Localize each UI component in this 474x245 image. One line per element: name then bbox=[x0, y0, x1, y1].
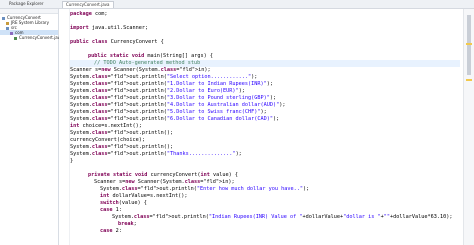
project-tree: CurrencyConvert JRE System Library src com C… bbox=[0, 15, 63, 40]
code-line[interactable]: public static void main(String[] args) { bbox=[88, 53, 213, 60]
code-line-text: System.class="fld">out.println(); bbox=[70, 130, 174, 136]
code-line[interactable]: System.class="fld">out.println("6.Dollar… bbox=[70, 116, 279, 123]
code-line-text: System.class="fld">out.println("1.Dollar… bbox=[70, 81, 274, 87]
code-line-text: System.class="fld">out.println("Select o… bbox=[70, 74, 258, 80]
code-line-text: package com; bbox=[70, 11, 108, 17]
code-line-text: System.class="fld">out.println("6.Dollar… bbox=[70, 116, 280, 122]
package-explorer: CurrencyConvert JRE System Library src com C… bbox=[0, 9, 63, 245]
code-line-text: switch(value) { bbox=[100, 200, 147, 206]
code-line-text: System.class="fld">out.println("4.Dollar… bbox=[70, 102, 286, 108]
code-line[interactable]: } bbox=[70, 158, 73, 165]
overview-marker[interactable] bbox=[466, 79, 472, 81]
code-line[interactable]: System.class="fld">out.println("4.Dollar… bbox=[70, 102, 286, 109]
code-line[interactable]: private static void currencyConvert(int … bbox=[88, 172, 238, 179]
vertical-scrollbar[interactable] bbox=[463, 9, 474, 245]
code-line[interactable]: System.class="fld">out.println("2.Dollar… bbox=[70, 88, 245, 95]
tree-item-label: CurrencyConvert.java bbox=[19, 35, 63, 40]
code-line-text: System.class="fld">out.println("Thanks..… bbox=[70, 151, 242, 157]
code-line-text: Scanner s=new Scanner(System.class="fld"… bbox=[94, 179, 235, 185]
title-bar: Package Explorer CurrencyConvert.java bbox=[0, 0, 474, 9]
code-line[interactable]: break; bbox=[118, 221, 137, 228]
code-line-text: currencyConvert(choice); bbox=[70, 137, 145, 143]
code-editor[interactable]: package com; import java.util.Scanner; pub… bbox=[70, 9, 460, 245]
tree-node-icon bbox=[14, 36, 17, 40]
editor-ruler bbox=[59, 9, 70, 245]
code-line[interactable]: System.class="fld">out.println(); bbox=[70, 144, 173, 151]
tab-editor[interactable]: CurrencyConvert.java bbox=[62, 1, 114, 8]
code-line[interactable]: package com; bbox=[70, 11, 108, 18]
code-line-text: System.class="fld">out.println("Indian R… bbox=[112, 214, 453, 220]
code-line[interactable]: System.class="fld">out.println("Enter ho… bbox=[100, 186, 309, 193]
code-line[interactable]: switch(value) { bbox=[100, 200, 147, 207]
code-line[interactable]: System.class="fld">out.println("Select o… bbox=[70, 74, 257, 81]
code-line[interactable]: System.class="fld">out.println("5.Dollar… bbox=[70, 109, 267, 116]
code-line[interactable]: int dollarValue=s.nextInt(); bbox=[100, 193, 187, 200]
code-line-text: int dollarValue=s.nextInt(); bbox=[100, 193, 188, 199]
code-line[interactable]: Scanner s=new Scanner(System.class="fld"… bbox=[94, 179, 235, 186]
code-line-text: // TODO Auto-generated method stub bbox=[94, 60, 201, 66]
code-line[interactable]: System.class="fld">out.println("Thanks..… bbox=[70, 151, 242, 158]
code-line[interactable]: case 2: bbox=[100, 228, 122, 235]
code-line-text: System.class="fld">out.println("Enter ho… bbox=[100, 186, 310, 192]
tree-item[interactable]: CurrencyConvert.java bbox=[0, 35, 63, 40]
code-line-text: System.class="fld">out.println("5.Dollar… bbox=[70, 109, 267, 115]
code-line-text: import java.util.Scanner; bbox=[70, 25, 149, 31]
code-line[interactable]: System.class="fld">out.println("1.Dollar… bbox=[70, 81, 273, 88]
code-line[interactable]: currencyConvert(choice); bbox=[70, 137, 145, 144]
code-line-text: Scanner s=new Scanner(System.class="fld"… bbox=[70, 67, 211, 73]
code-line-text: case 2: bbox=[100, 228, 122, 234]
code-line-text: break; bbox=[118, 221, 137, 227]
code-line[interactable]: // TODO Auto-generated method stub bbox=[94, 60, 200, 67]
code-line-text: int choice=s.nextInt(); bbox=[70, 123, 142, 129]
code-line[interactable]: case 1: bbox=[100, 207, 122, 214]
code-line[interactable]: int choice=s.nextInt(); bbox=[70, 123, 142, 130]
explorer-toolbar bbox=[0, 9, 58, 14]
code-line[interactable]: import java.util.Scanner; bbox=[70, 25, 148, 32]
code-line-text: public static void main(String[] args) { bbox=[88, 53, 213, 59]
scrollbar-thumb[interactable] bbox=[467, 15, 471, 75]
code-line[interactable]: System.class="fld">out.println("Indian R… bbox=[112, 214, 452, 221]
overview-marker[interactable] bbox=[466, 43, 472, 45]
code-line-text: System.class="fld">out.println("3.Dollar… bbox=[70, 95, 277, 101]
code-line-text: System.class="fld">out.println(); bbox=[70, 144, 174, 150]
code-line[interactable]: public class CurrencyConvert { bbox=[70, 39, 164, 46]
code-line-text: public class CurrencyConvert { bbox=[70, 39, 164, 45]
code-line-text: } bbox=[70, 158, 74, 164]
code-line-text: case 1: bbox=[100, 207, 122, 213]
code-line-text: private static void currencyConvert(int … bbox=[88, 172, 238, 178]
code-line-text: System.class="fld">out.println("2.Dollar… bbox=[70, 88, 245, 94]
code-line[interactable]: System.class="fld">out.println("3.Dollar… bbox=[70, 95, 276, 102]
code-line[interactable]: Scanner s=new Scanner(System.class="fld"… bbox=[70, 67, 211, 74]
tab-package-explorer[interactable]: Package Explorer bbox=[6, 1, 47, 7]
code-line[interactable]: System.class="fld">out.println(); bbox=[70, 130, 173, 137]
